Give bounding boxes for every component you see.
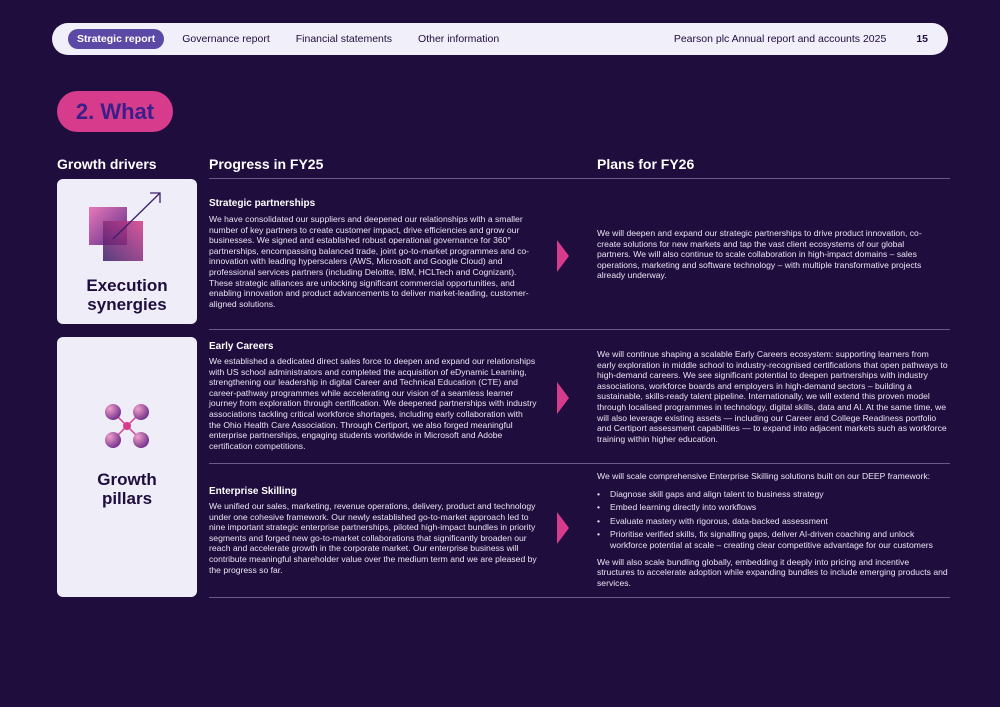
enterprise-plan-outro: We will also scale bundling globally, em… [597, 556, 948, 588]
chevron-right-icon [557, 382, 569, 414]
report-title: Pearson plc Annual report and accounts 2… [673, 33, 887, 45]
section-title: 2. What [57, 91, 173, 132]
strategic-partnerships-progress: We have consolidated our suppliers and d… [209, 214, 530, 309]
column-header-plans: Plans for FY26 [597, 156, 695, 172]
card-title-line1: Execution [86, 276, 168, 295]
tab-financial-statements[interactable]: Financial statements [296, 33, 392, 45]
tab-governance-report[interactable]: Governance report [182, 33, 270, 45]
early-careers-plan: We will continue shaping a scalable Earl… [597, 349, 948, 444]
early-careers-progress: We established a dedicated direct sales … [209, 356, 537, 451]
early-careers-title: Early Careers [209, 341, 274, 352]
divider [209, 178, 950, 179]
divider [209, 463, 950, 464]
card-title-line2: synergies [87, 295, 167, 314]
list-item: Diagnose skill gaps and align talent to … [597, 489, 949, 500]
tab-other-information[interactable]: Other information [418, 33, 499, 45]
list-item: Prioritise verified skills, fix signalli… [597, 529, 949, 550]
card-title-line1: Growth [97, 470, 157, 489]
list-item: Evaluate mastery with rigorous, data-bac… [597, 516, 949, 527]
divider [209, 597, 950, 598]
growth-pillars-card: Growth pillars [57, 337, 197, 597]
enterprise-plan-intro: We will scale comprehensive Enterprise S… [597, 471, 931, 481]
growth-arrow-icon [89, 192, 161, 261]
chevron-right-icon [557, 240, 569, 272]
enterprise-skilling-title: Enterprise Skilling [209, 486, 297, 497]
divider [209, 329, 950, 330]
tab-strategic-report[interactable]: Strategic report [68, 29, 165, 49]
card-title-line2: pillars [101, 489, 153, 508]
chevron-right-icon [557, 512, 569, 544]
column-header-growth-drivers: Growth drivers [57, 156, 157, 172]
network-nodes-icon [105, 404, 149, 448]
strategic-partnerships-title: Strategic partnerships [209, 198, 316, 209]
execution-synergies-card: Execution synergies [57, 179, 197, 324]
strategic-partnerships-plan: We will deepen and expand our strategic … [597, 228, 922, 281]
enterprise-skilling-progress: We unified our sales, marketing, revenue… [209, 501, 537, 575]
enterprise-skilling-plan: We will scale comprehensive Enterprise S… [597, 471, 949, 588]
top-navigation: Strategic report Governance report Finan… [52, 23, 948, 55]
deep-framework-list: Diagnose skill gaps and align talent to … [597, 489, 949, 551]
list-item: Embed learning directly into workflows [597, 502, 949, 513]
page-number: 15 [916, 33, 928, 45]
column-header-progress: Progress in FY25 [209, 156, 324, 172]
